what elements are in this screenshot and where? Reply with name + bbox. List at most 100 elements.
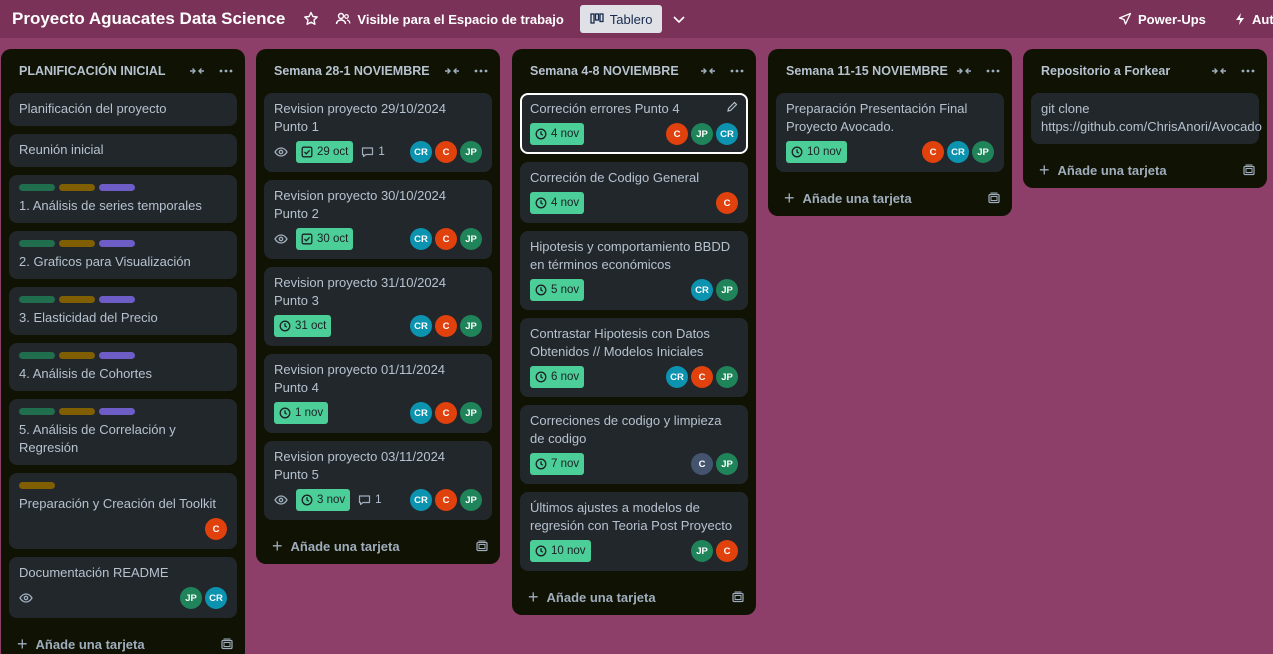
automation-button[interactable]: Aut <box>1234 0 1273 38</box>
card-template-icon[interactable] <box>1243 164 1255 176</box>
list-title[interactable]: Semana 28-1 NOVIEMBRE <box>274 64 444 78</box>
card-template-icon[interactable] <box>476 540 488 552</box>
label-yellow[interactable] <box>59 184 95 191</box>
card[interactable]: Hipotesis y comportamiento BBDD en térmi… <box>520 231 748 310</box>
due-date-badge[interactable]: 10 nov <box>530 540 591 562</box>
avatar[interactable]: C <box>691 453 713 475</box>
card[interactable]: Correción de Codigo General 4 nov C <box>520 162 748 223</box>
avatar[interactable]: CR <box>410 489 432 511</box>
add-card-button[interactable]: + Añade una tarjeta <box>520 579 748 615</box>
more-options-icon[interactable] <box>474 69 488 73</box>
card[interactable]: Correción errores Punto 4 4 nov C JP CR <box>520 93 748 154</box>
card[interactable]: git clone https://github.com/ChrisAnori/… <box>1031 93 1262 144</box>
avatar[interactable]: C <box>691 366 713 388</box>
avatar[interactable]: C <box>435 315 457 337</box>
card[interactable]: Reunión inicial <box>9 134 237 167</box>
label-yellow[interactable] <box>19 482 55 489</box>
card[interactable]: 4. Análisis de Cohortes <box>9 343 237 391</box>
card[interactable]: 5. Análisis de Correlación y Regresión <box>9 399 237 465</box>
avatar[interactable]: CR <box>666 366 688 388</box>
add-card-button[interactable]: + Añade una tarjeta <box>776 180 1004 216</box>
card[interactable]: Revision proyecto 03/11/2024 Punto 5 3 no… <box>264 441 492 520</box>
add-card-button[interactable]: + Añade una tarjeta <box>264 528 492 564</box>
card[interactable]: Documentación README JP CR <box>9 557 237 618</box>
card[interactable]: 2. Graficos para Visualización <box>9 231 237 279</box>
collapse-icon[interactable] <box>189 65 205 77</box>
avatar[interactable]: JP <box>716 366 738 388</box>
label-purple[interactable] <box>99 240 135 247</box>
powerups-button[interactable]: Power-Ups <box>1118 0 1206 38</box>
label-yellow[interactable] <box>59 240 95 247</box>
label-yellow[interactable] <box>59 408 95 415</box>
due-date-badge[interactable]: 4 nov <box>530 123 585 145</box>
avatar[interactable]: JP <box>691 540 713 562</box>
label-yellow[interactable] <box>59 296 95 303</box>
chevron-down-icon[interactable] <box>672 12 686 26</box>
due-date-badge[interactable]: 1 nov <box>274 402 329 424</box>
card[interactable]: Correciones de codigo y limpieza de codi… <box>520 405 748 484</box>
card[interactable]: Revision proyecto 31/10/2024 Punto 3 31 o… <box>264 267 492 346</box>
more-options-icon[interactable] <box>986 69 1000 73</box>
label-purple[interactable] <box>99 184 135 191</box>
label-green[interactable] <box>19 296 55 303</box>
label-green[interactable] <box>19 408 55 415</box>
avatar[interactable]: JP <box>460 228 482 250</box>
avatar[interactable]: C <box>922 141 944 163</box>
avatar[interactable]: CR <box>410 315 432 337</box>
avatar[interactable]: CR <box>205 587 227 609</box>
label-purple[interactable] <box>99 296 135 303</box>
due-date-badge[interactable]: 31 oct <box>274 315 332 337</box>
avatar[interactable]: CR <box>947 141 969 163</box>
due-date-badge[interactable]: 6 nov <box>530 366 585 388</box>
avatar[interactable]: C <box>435 141 457 163</box>
avatar[interactable]: CR <box>716 123 738 145</box>
label-green[interactable] <box>19 184 55 191</box>
due-date-badge[interactable]: 7 nov <box>530 453 585 475</box>
card[interactable]: Preparación y Creación del Toolkit C <box>9 473 237 549</box>
collapse-icon[interactable] <box>700 65 716 77</box>
list-title[interactable]: Repositorio a Forkear <box>1041 64 1211 78</box>
card[interactable]: Revision proyecto 30/10/2024 Punto 2 30 o… <box>264 180 492 259</box>
list-title[interactable]: Semana 11-15 NOVIEMBRE <box>786 64 956 78</box>
avatar[interactable]: C <box>435 489 457 511</box>
due-date-badge[interactable]: 10 nov <box>786 141 847 163</box>
avatar[interactable]: JP <box>716 279 738 301</box>
avatar[interactable]: C <box>666 123 688 145</box>
avatar[interactable]: CR <box>410 402 432 424</box>
due-date-badge[interactable]: 4 nov <box>530 192 585 214</box>
avatar[interactable]: CR <box>691 279 713 301</box>
card[interactable]: Revision proyecto 29/10/2024 Punto 1 29 o… <box>264 93 492 172</box>
card-template-icon[interactable] <box>221 638 233 650</box>
label-yellow[interactable] <box>59 352 95 359</box>
avatar[interactable]: JP <box>460 315 482 337</box>
avatar[interactable]: C <box>716 540 738 562</box>
due-date-badge[interactable]: 3 nov <box>296 489 351 511</box>
avatar[interactable]: JP <box>716 453 738 475</box>
list-title[interactable]: Semana 4-8 NOVIEMBRE <box>530 64 700 78</box>
collapse-icon[interactable] <box>444 65 460 77</box>
board-title[interactable]: Proyecto Aguacates Data Science <box>12 9 285 29</box>
label-purple[interactable] <box>99 352 135 359</box>
card-template-icon[interactable] <box>988 192 1000 204</box>
card[interactable]: 3. Elasticidad del Precio <box>9 287 237 335</box>
due-date-badge[interactable]: 30 oct <box>296 228 354 250</box>
avatar[interactable]: C <box>435 228 457 250</box>
label-green[interactable] <box>19 352 55 359</box>
avatar[interactable]: JP <box>460 402 482 424</box>
collapse-icon[interactable] <box>1211 65 1227 77</box>
add-card-button[interactable]: + Añade una tarjeta <box>9 626 237 654</box>
due-date-badge[interactable]: 5 nov <box>530 279 585 301</box>
card-template-icon[interactable] <box>732 591 744 603</box>
avatar[interactable]: JP <box>460 489 482 511</box>
more-options-icon[interactable] <box>730 69 744 73</box>
card[interactable]: 1. Análisis de series temporales <box>9 175 237 223</box>
collapse-icon[interactable] <box>956 65 972 77</box>
tab-board-view[interactable]: Tablero <box>579 5 663 33</box>
card[interactable]: Últimos ajustes a modelos de regresión c… <box>520 492 748 571</box>
avatar[interactable]: C <box>435 402 457 424</box>
card[interactable]: Preparación Presentación Final Proyecto … <box>776 93 1004 172</box>
card[interactable]: Revision proyecto 01/11/2024 Punto 4 1 no… <box>264 354 492 433</box>
card[interactable]: Planificación del proyecto <box>9 93 237 126</box>
avatar[interactable]: CR <box>410 228 432 250</box>
add-card-button[interactable]: + Añade una tarjeta <box>1031 152 1259 188</box>
